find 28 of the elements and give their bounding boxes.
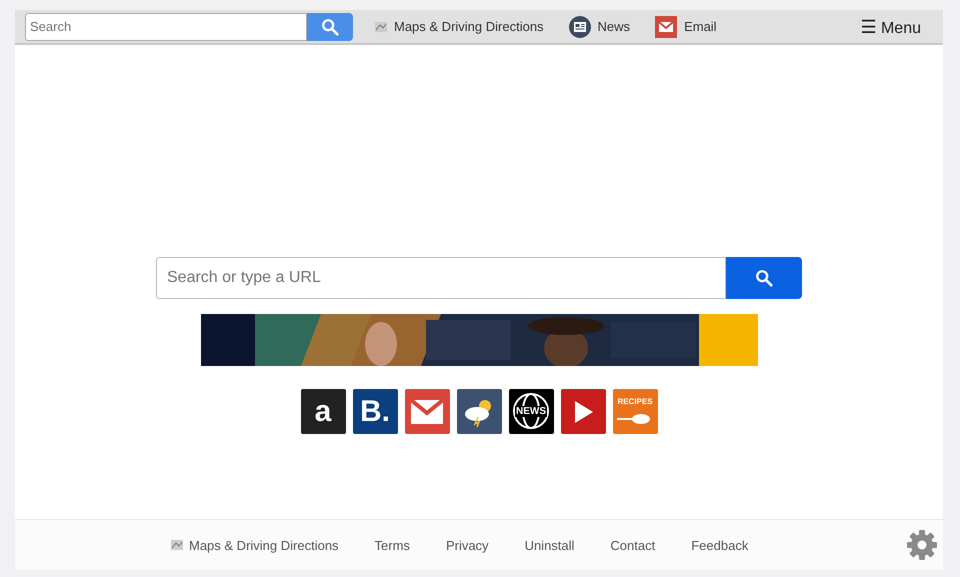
footer-link[interactable]: Contact xyxy=(610,538,656,552)
nav-link[interactable]: News xyxy=(568,16,630,38)
play-icon xyxy=(573,400,593,422)
spoon-icon xyxy=(617,412,653,426)
menu-button[interactable]: ☰ Menu xyxy=(854,14,927,38)
search-field[interactable]: Search xyxy=(25,12,307,40)
footer-link[interactable]: Terms xyxy=(374,538,410,552)
globe-icon xyxy=(512,392,550,430)
shortcut-tile[interactable]: a xyxy=(300,389,346,434)
shortcut-tile[interactable]: NEWS xyxy=(508,389,554,434)
nav-link[interactable]: Email xyxy=(655,16,717,38)
envelope-icon xyxy=(411,400,443,424)
shortcut-tile[interactable] xyxy=(456,389,502,434)
shortcut-tile[interactable]: B. xyxy=(352,389,398,434)
map-icon xyxy=(375,22,387,32)
nav-link[interactable]: Maps & Driving Directions xyxy=(375,19,544,34)
map-icon xyxy=(171,540,183,550)
shortcut-tile[interactable] xyxy=(404,389,450,434)
search-icon xyxy=(755,269,773,287)
url-field[interactable]: Search or type a URL xyxy=(156,257,726,299)
footer-link[interactable]: Privacy xyxy=(446,538,489,552)
envelope-icon xyxy=(655,16,678,38)
newspaper-icon xyxy=(568,16,591,38)
shortcut-tile[interactable] xyxy=(560,389,606,434)
footer-link[interactable]: Maps & Driving Directions xyxy=(171,538,339,552)
footer-link[interactable]: Uninstall xyxy=(524,538,574,552)
footer-link[interactable]: Feedback xyxy=(691,538,748,552)
search-icon xyxy=(321,18,339,36)
